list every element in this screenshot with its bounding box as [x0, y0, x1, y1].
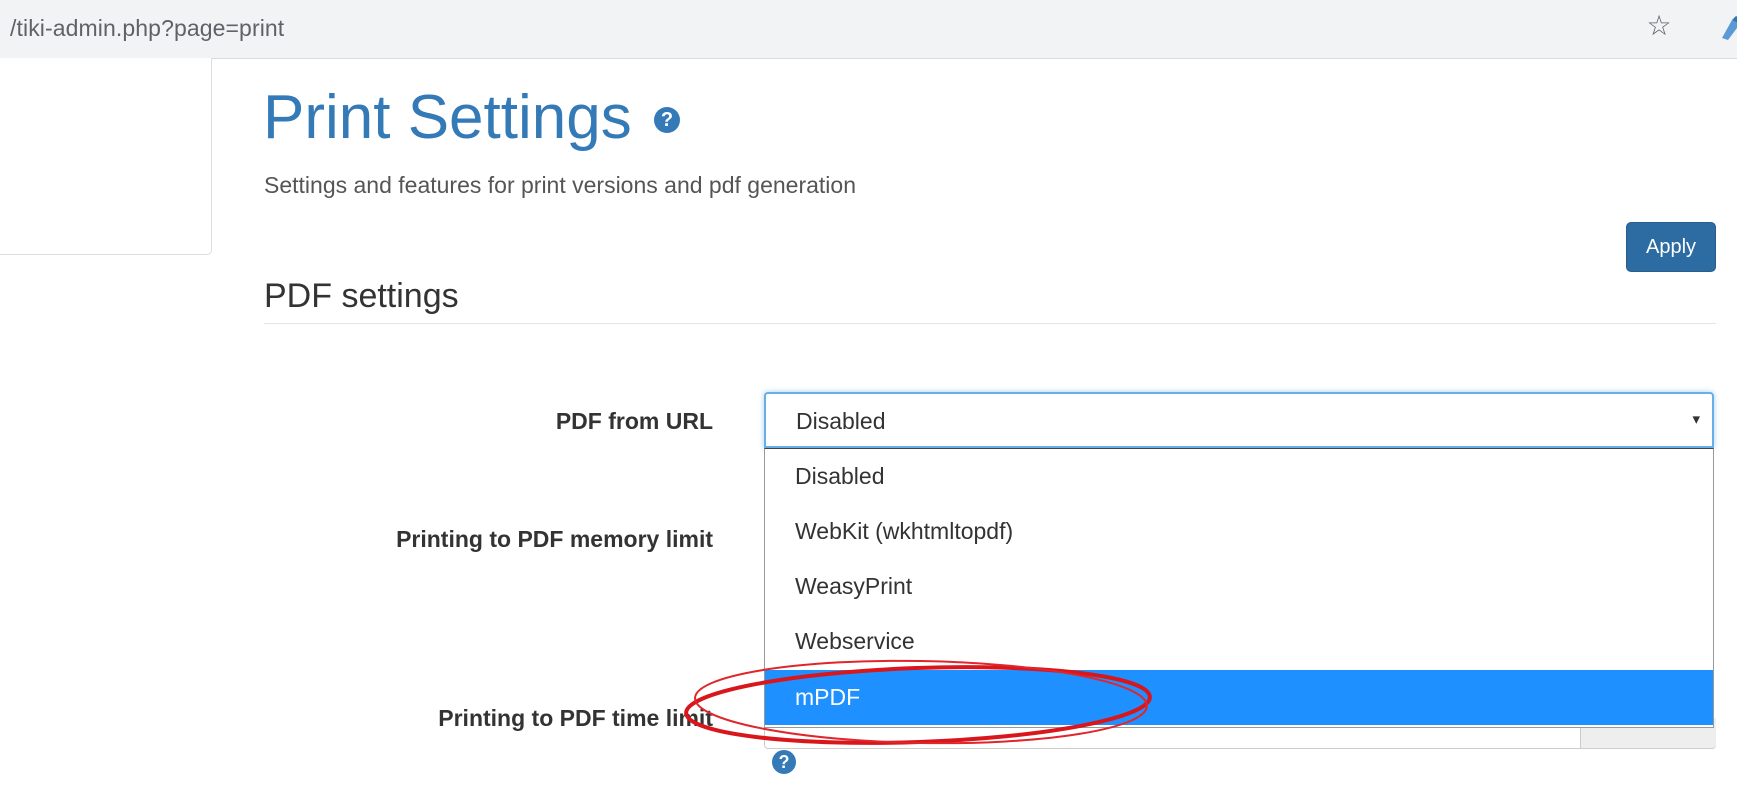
option-webkit[interactable]: WebKit (wkhtmltopdf): [765, 504, 1713, 559]
star-icon[interactable]: ☆: [1644, 11, 1674, 41]
option-mpdf[interactable]: mPDF: [765, 670, 1713, 725]
section-title-pdf-settings: PDF settings: [264, 277, 459, 315]
question-circle-icon[interactable]: ?: [654, 107, 680, 133]
extension-icon[interactable]: [1718, 14, 1737, 42]
browser-window: /tiki-admin.php?page=print ☆ Print Setti…: [0, 0, 1737, 800]
sidebar-panel: [0, 58, 212, 255]
memory-limit-label: Printing to PDF memory limit: [396, 526, 713, 552]
pdf-from-url-select[interactable]: Disabled ▾: [764, 392, 1714, 448]
section-divider: [264, 323, 1716, 324]
option-weasyprint[interactable]: WeasyPrint: [765, 559, 1713, 614]
chevron-down-icon: ▾: [1692, 411, 1700, 428]
pdf-from-url-options: Disabled WebKit (wkhtmltopdf) WeasyPrint…: [764, 448, 1714, 728]
page-description: Settings and features for print versions…: [264, 172, 856, 198]
select-current-value: Disabled: [796, 408, 886, 434]
pdf-from-url-label: PDF from URL: [555, 408, 713, 434]
question-circle-icon[interactable]: ?: [772, 750, 796, 774]
option-disabled[interactable]: Disabled: [765, 449, 1713, 504]
address-bar[interactable]: /tiki-admin.php?page=print ☆: [0, 0, 1737, 59]
apply-button[interactable]: Apply: [1626, 222, 1716, 272]
time-limit-label: Printing to PDF time limit: [438, 705, 713, 731]
option-webservice[interactable]: Webservice: [765, 614, 1713, 669]
url-text[interactable]: /tiki-admin.php?page=print: [10, 15, 284, 42]
page-title: Print Settings: [263, 83, 632, 152]
